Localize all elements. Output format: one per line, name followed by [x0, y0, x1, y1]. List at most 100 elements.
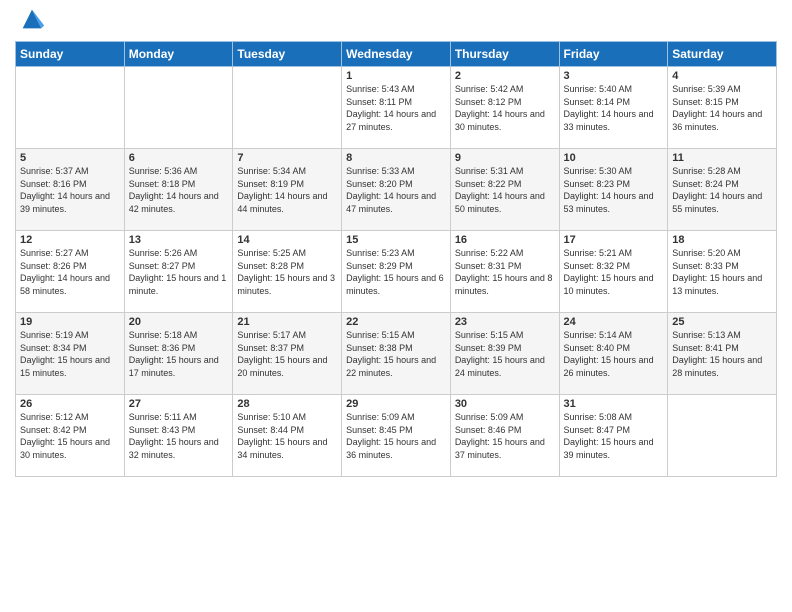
day-number: 6 [129, 152, 229, 164]
calendar-cell: 14Sunrise: 5:25 AM Sunset: 8:28 PM Dayli… [233, 231, 342, 313]
day-number: 16 [455, 234, 555, 246]
calendar-week-4: 26Sunrise: 5:12 AM Sunset: 8:42 PM Dayli… [16, 395, 777, 477]
calendar-cell: 9Sunrise: 5:31 AM Sunset: 8:22 PM Daylig… [450, 149, 559, 231]
day-info: Sunrise: 5:17 AM Sunset: 8:37 PM Dayligh… [237, 329, 337, 379]
day-info: Sunrise: 5:10 AM Sunset: 8:44 PM Dayligh… [237, 411, 337, 461]
calendar-cell [124, 67, 233, 149]
calendar-cell: 1Sunrise: 5:43 AM Sunset: 8:11 PM Daylig… [342, 67, 451, 149]
day-info: Sunrise: 5:09 AM Sunset: 8:45 PM Dayligh… [346, 411, 446, 461]
day-number: 9 [455, 152, 555, 164]
calendar-cell: 31Sunrise: 5:08 AM Sunset: 8:47 PM Dayli… [559, 395, 668, 477]
day-info: Sunrise: 5:13 AM Sunset: 8:41 PM Dayligh… [672, 329, 772, 379]
calendar-header-thursday: Thursday [450, 42, 559, 67]
day-info: Sunrise: 5:23 AM Sunset: 8:29 PM Dayligh… [346, 247, 446, 297]
day-number: 4 [672, 70, 772, 82]
day-info: Sunrise: 5:36 AM Sunset: 8:18 PM Dayligh… [129, 165, 229, 215]
day-number: 18 [672, 234, 772, 246]
day-number: 27 [129, 398, 229, 410]
day-number: 17 [564, 234, 664, 246]
day-number: 12 [20, 234, 120, 246]
day-info: Sunrise: 5:31 AM Sunset: 8:22 PM Dayligh… [455, 165, 555, 215]
day-info: Sunrise: 5:40 AM Sunset: 8:14 PM Dayligh… [564, 83, 664, 133]
calendar-header-sunday: Sunday [16, 42, 125, 67]
calendar-week-0: 1Sunrise: 5:43 AM Sunset: 8:11 PM Daylig… [16, 67, 777, 149]
day-number: 5 [20, 152, 120, 164]
calendar-cell: 28Sunrise: 5:10 AM Sunset: 8:44 PM Dayli… [233, 395, 342, 477]
day-info: Sunrise: 5:15 AM Sunset: 8:38 PM Dayligh… [346, 329, 446, 379]
day-number: 15 [346, 234, 446, 246]
calendar-header-monday: Monday [124, 42, 233, 67]
calendar-cell: 3Sunrise: 5:40 AM Sunset: 8:14 PM Daylig… [559, 67, 668, 149]
calendar-header-friday: Friday [559, 42, 668, 67]
day-number: 1 [346, 70, 446, 82]
day-info: Sunrise: 5:39 AM Sunset: 8:15 PM Dayligh… [672, 83, 772, 133]
day-info: Sunrise: 5:09 AM Sunset: 8:46 PM Dayligh… [455, 411, 555, 461]
calendar-cell: 13Sunrise: 5:26 AM Sunset: 8:27 PM Dayli… [124, 231, 233, 313]
day-number: 13 [129, 234, 229, 246]
day-number: 31 [564, 398, 664, 410]
page: SundayMondayTuesdayWednesdayThursdayFrid… [0, 0, 792, 612]
calendar-cell: 29Sunrise: 5:09 AM Sunset: 8:45 PM Dayli… [342, 395, 451, 477]
day-number: 8 [346, 152, 446, 164]
day-info: Sunrise: 5:21 AM Sunset: 8:32 PM Dayligh… [564, 247, 664, 297]
day-info: Sunrise: 5:14 AM Sunset: 8:40 PM Dayligh… [564, 329, 664, 379]
day-info: Sunrise: 5:34 AM Sunset: 8:19 PM Dayligh… [237, 165, 337, 215]
header [15, 10, 777, 33]
logo [15, 10, 46, 33]
day-info: Sunrise: 5:11 AM Sunset: 8:43 PM Dayligh… [129, 411, 229, 461]
day-number: 10 [564, 152, 664, 164]
calendar-cell: 4Sunrise: 5:39 AM Sunset: 8:15 PM Daylig… [668, 67, 777, 149]
calendar-header-row: SundayMondayTuesdayWednesdayThursdayFrid… [16, 42, 777, 67]
calendar-cell: 5Sunrise: 5:37 AM Sunset: 8:16 PM Daylig… [16, 149, 125, 231]
calendar-cell [16, 67, 125, 149]
calendar-cell: 23Sunrise: 5:15 AM Sunset: 8:39 PM Dayli… [450, 313, 559, 395]
calendar-cell: 10Sunrise: 5:30 AM Sunset: 8:23 PM Dayli… [559, 149, 668, 231]
day-number: 19 [20, 316, 120, 328]
day-info: Sunrise: 5:42 AM Sunset: 8:12 PM Dayligh… [455, 83, 555, 133]
calendar-cell: 24Sunrise: 5:14 AM Sunset: 8:40 PM Dayli… [559, 313, 668, 395]
day-number: 2 [455, 70, 555, 82]
calendar-week-3: 19Sunrise: 5:19 AM Sunset: 8:34 PM Dayli… [16, 313, 777, 395]
calendar-cell: 21Sunrise: 5:17 AM Sunset: 8:37 PM Dayli… [233, 313, 342, 395]
calendar: SundayMondayTuesdayWednesdayThursdayFrid… [15, 41, 777, 477]
calendar-cell: 22Sunrise: 5:15 AM Sunset: 8:38 PM Dayli… [342, 313, 451, 395]
calendar-cell: 2Sunrise: 5:42 AM Sunset: 8:12 PM Daylig… [450, 67, 559, 149]
day-number: 24 [564, 316, 664, 328]
logo-icon [18, 5, 46, 33]
calendar-cell: 8Sunrise: 5:33 AM Sunset: 8:20 PM Daylig… [342, 149, 451, 231]
day-info: Sunrise: 5:18 AM Sunset: 8:36 PM Dayligh… [129, 329, 229, 379]
day-number: 3 [564, 70, 664, 82]
day-info: Sunrise: 5:43 AM Sunset: 8:11 PM Dayligh… [346, 83, 446, 133]
day-number: 21 [237, 316, 337, 328]
day-number: 28 [237, 398, 337, 410]
calendar-header-saturday: Saturday [668, 42, 777, 67]
day-number: 11 [672, 152, 772, 164]
day-info: Sunrise: 5:37 AM Sunset: 8:16 PM Dayligh… [20, 165, 120, 215]
calendar-cell: 11Sunrise: 5:28 AM Sunset: 8:24 PM Dayli… [668, 149, 777, 231]
day-info: Sunrise: 5:08 AM Sunset: 8:47 PM Dayligh… [564, 411, 664, 461]
calendar-week-2: 12Sunrise: 5:27 AM Sunset: 8:26 PM Dayli… [16, 231, 777, 313]
day-number: 30 [455, 398, 555, 410]
day-info: Sunrise: 5:26 AM Sunset: 8:27 PM Dayligh… [129, 247, 229, 297]
calendar-header-wednesday: Wednesday [342, 42, 451, 67]
calendar-cell: 30Sunrise: 5:09 AM Sunset: 8:46 PM Dayli… [450, 395, 559, 477]
calendar-cell: 20Sunrise: 5:18 AM Sunset: 8:36 PM Dayli… [124, 313, 233, 395]
day-number: 7 [237, 152, 337, 164]
day-number: 23 [455, 316, 555, 328]
day-number: 22 [346, 316, 446, 328]
calendar-cell: 15Sunrise: 5:23 AM Sunset: 8:29 PM Dayli… [342, 231, 451, 313]
day-info: Sunrise: 5:28 AM Sunset: 8:24 PM Dayligh… [672, 165, 772, 215]
calendar-cell: 6Sunrise: 5:36 AM Sunset: 8:18 PM Daylig… [124, 149, 233, 231]
day-info: Sunrise: 5:15 AM Sunset: 8:39 PM Dayligh… [455, 329, 555, 379]
calendar-cell: 19Sunrise: 5:19 AM Sunset: 8:34 PM Dayli… [16, 313, 125, 395]
calendar-cell: 18Sunrise: 5:20 AM Sunset: 8:33 PM Dayli… [668, 231, 777, 313]
day-number: 26 [20, 398, 120, 410]
calendar-week-1: 5Sunrise: 5:37 AM Sunset: 8:16 PM Daylig… [16, 149, 777, 231]
calendar-header-tuesday: Tuesday [233, 42, 342, 67]
day-info: Sunrise: 5:25 AM Sunset: 8:28 PM Dayligh… [237, 247, 337, 297]
calendar-cell [668, 395, 777, 477]
day-info: Sunrise: 5:20 AM Sunset: 8:33 PM Dayligh… [672, 247, 772, 297]
calendar-cell: 7Sunrise: 5:34 AM Sunset: 8:19 PM Daylig… [233, 149, 342, 231]
calendar-cell: 12Sunrise: 5:27 AM Sunset: 8:26 PM Dayli… [16, 231, 125, 313]
calendar-cell: 17Sunrise: 5:21 AM Sunset: 8:32 PM Dayli… [559, 231, 668, 313]
